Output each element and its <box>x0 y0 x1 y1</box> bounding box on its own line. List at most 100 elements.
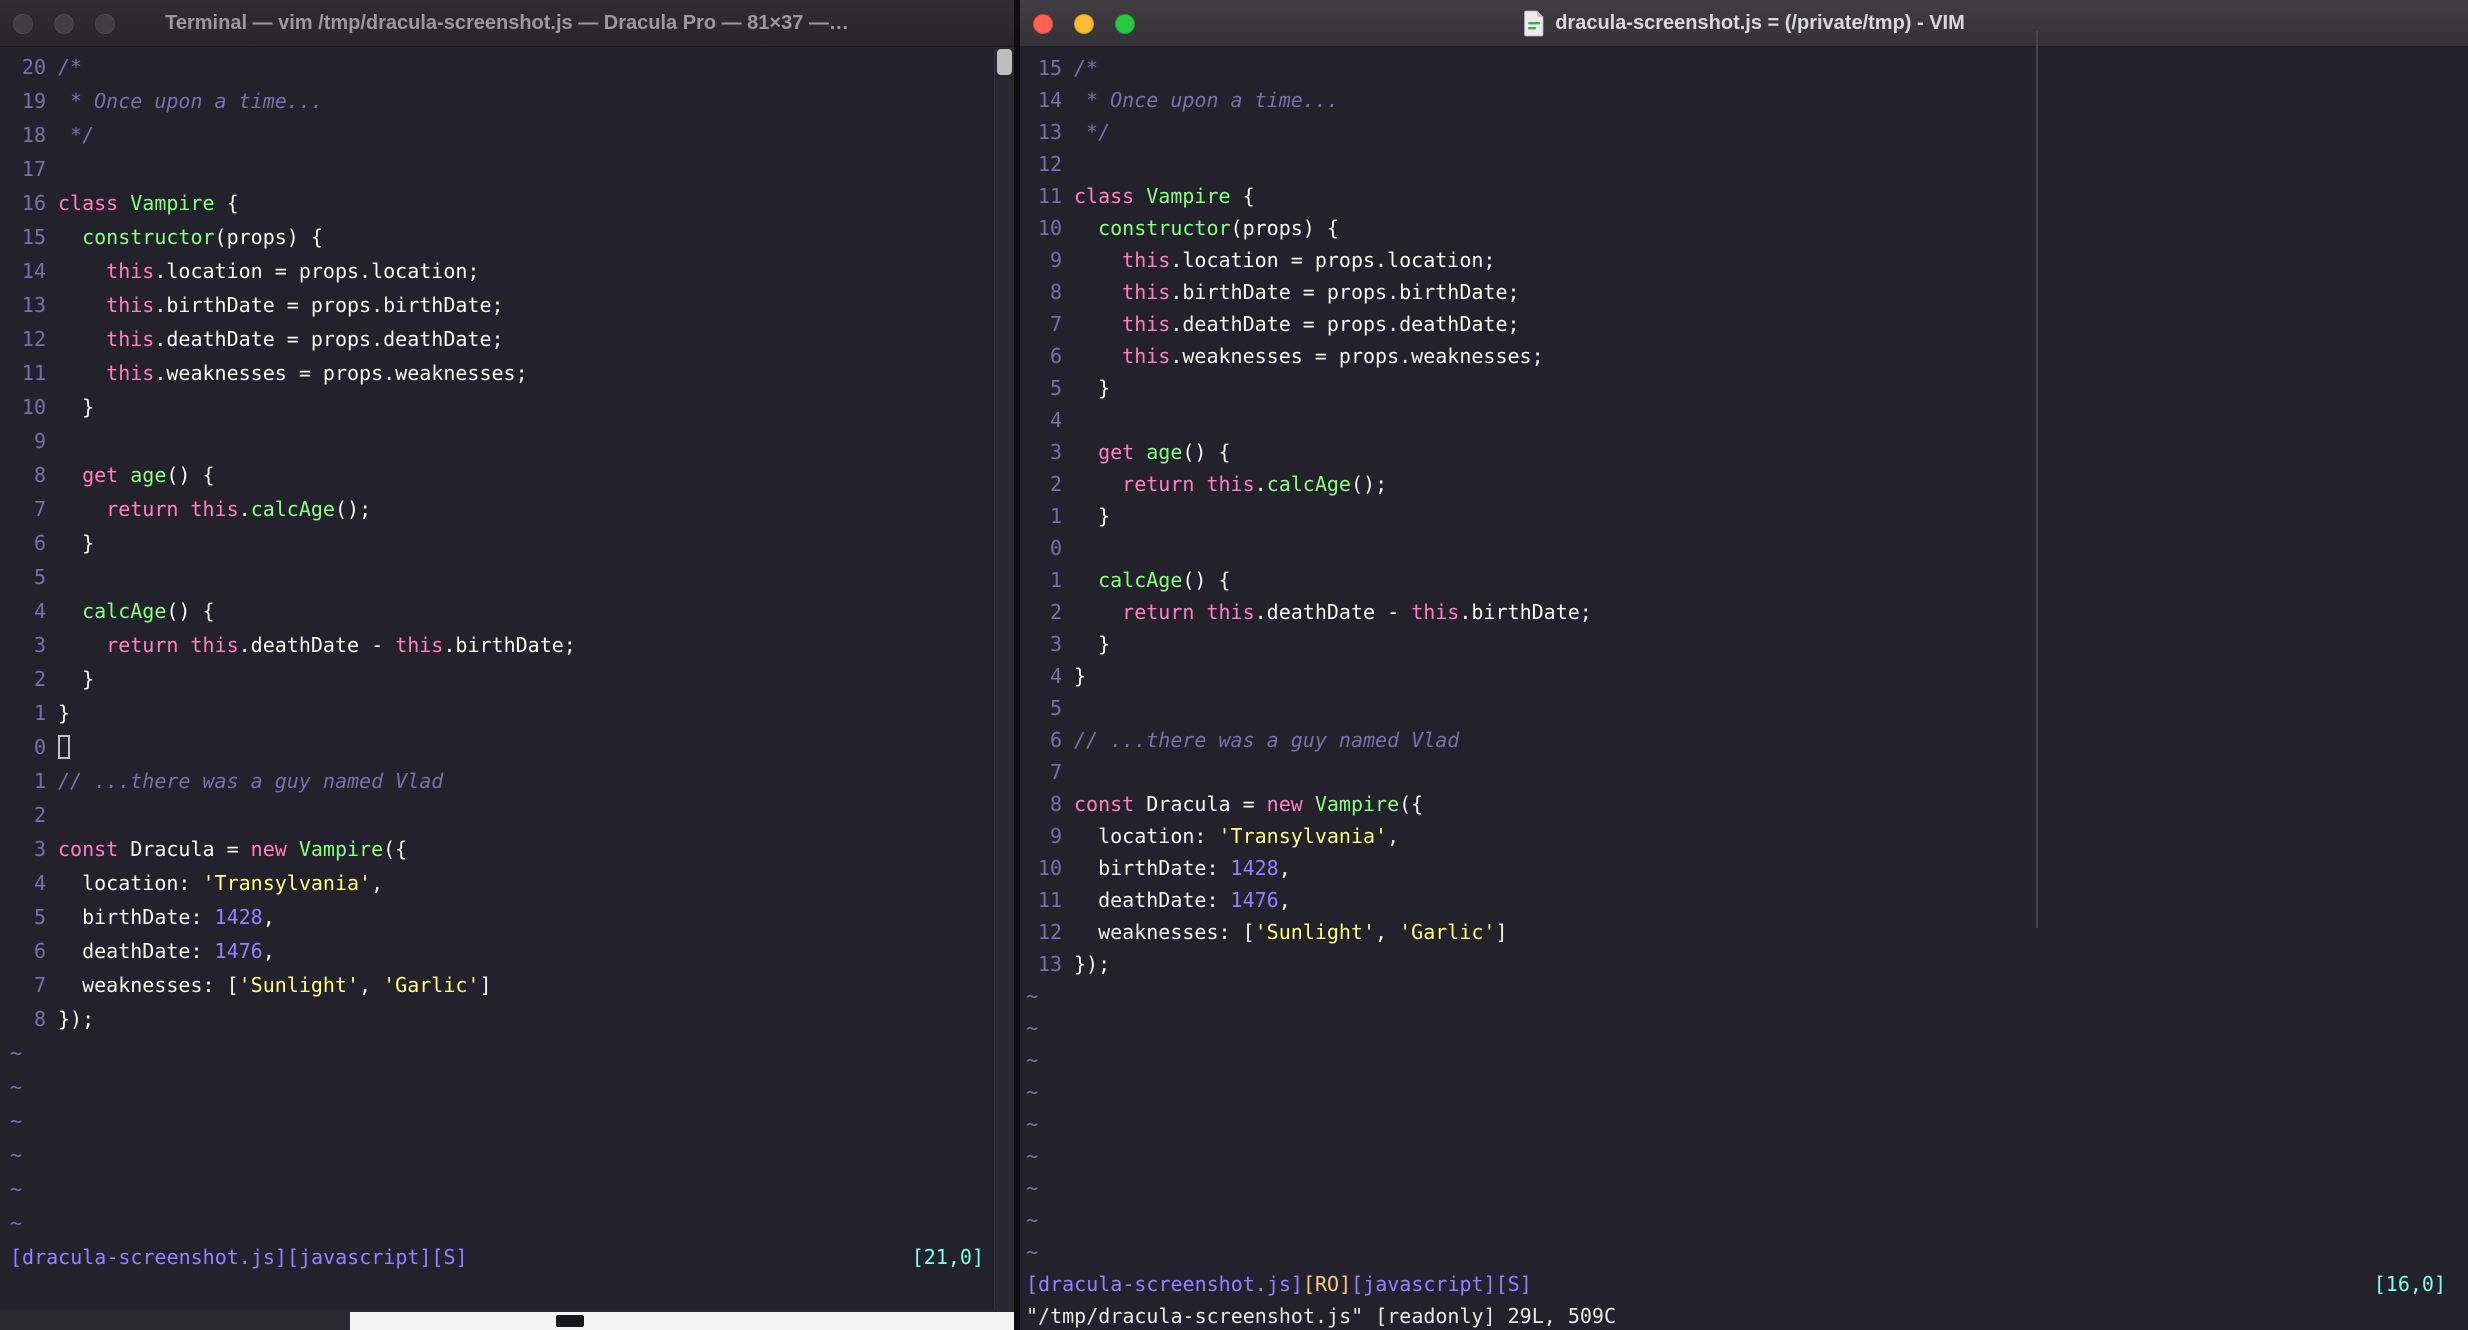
line-number: 11 <box>1037 184 1062 208</box>
scrollbar-thumb[interactable] <box>2036 31 2038 928</box>
tilde-line: ~ <box>10 1109 23 1133</box>
line-number: 0 <box>1049 536 1062 560</box>
background-window-content <box>556 1315 584 1327</box>
vim-editor-right[interactable]: 15/* 14 * Once upon a time... 13 */12 11 cla… <box>1020 47 2468 1330</box>
tilde-line: ~ <box>10 1143 23 1167</box>
code-text: this.birthDate = props.birthDate; <box>1122 280 1520 304</box>
line-number: 15 <box>1037 56 1062 80</box>
line-number: 7 <box>33 497 46 521</box>
tilde-line: ~ <box>1026 1112 1039 1136</box>
line-number: 12 <box>1037 920 1062 944</box>
macvim-titlebar[interactable]: dracula-screenshot.js = (/private/tmp) -… <box>1020 0 2468 47</box>
code-line: 3 } <box>1026 628 2468 660</box>
line-number: 20 <box>21 55 46 79</box>
code-line: 8 get age() { <box>10 458 1014 492</box>
tilde-line: ~ <box>1026 1240 1039 1264</box>
scrollbar[interactable] <box>994 47 1014 1310</box>
code-line: 0 <box>1026 532 2468 564</box>
tilde-line: ~ <box>10 1075 23 1099</box>
line-number: 1 <box>33 769 46 793</box>
code-line: 4 calcAge() { <box>10 594 1014 628</box>
code-text: this.location = props.location; <box>1122 248 1496 272</box>
code-text: return this.deathDate - this.birthDate; <box>106 633 576 657</box>
code-line: 0 <box>10 730 1014 764</box>
terminal-titlebar[interactable]: Terminal — vim /tmp/dracula-screenshot.j… <box>0 0 1014 47</box>
code-text: constructor(props) { <box>1098 216 1339 240</box>
minimize-button[interactable] <box>1074 13 1094 34</box>
code-line: 7 <box>1026 756 2468 788</box>
code-line: 11 class Vampire { <box>1026 180 2468 212</box>
code-text: class Vampire { <box>58 191 239 215</box>
tilde-line: ~ <box>10 1177 23 1201</box>
line-number: 8 <box>33 463 46 487</box>
code-text: return this.calcAge(); <box>1122 472 1388 496</box>
line-number: 3 <box>1049 440 1062 464</box>
code-text: this.weaknesses = props.weaknesses; <box>106 361 528 385</box>
zoom-button[interactable] <box>95 13 115 34</box>
code-line: 2 } <box>10 662 1014 696</box>
tilde-line: ~ <box>1026 1208 1039 1232</box>
code-text: } <box>1074 664 1087 688</box>
line-number: 13 <box>21 293 46 317</box>
code-line: 3 const Dracula = new Vampire({ <box>10 832 1014 866</box>
tilde-line: ~ <box>1026 1144 1039 1168</box>
line-number: 1 <box>1049 504 1062 528</box>
zoom-button[interactable] <box>1115 13 1135 34</box>
code-text: this.deathDate = props.deathDate; <box>106 327 504 351</box>
line-number: 10 <box>21 395 46 419</box>
line-number: 13 <box>1037 120 1062 144</box>
line-number: 1 <box>33 701 46 725</box>
code-line: 7 this.deathDate = props.deathDate; <box>1026 308 2468 340</box>
code-line: 13}); <box>1026 948 2468 980</box>
close-button[interactable] <box>1033 13 1053 34</box>
window-controls <box>13 0 115 47</box>
code-line: 2 return this.deathDate - this.birthDate… <box>1026 596 2468 628</box>
code-text: weaknesses: ['Sunlight', 'Garlic'] <box>1074 920 1508 944</box>
code-text: } <box>58 667 95 691</box>
line-number: 5 <box>1049 696 1062 720</box>
code-line: 2 return this.calcAge(); <box>1026 468 2468 500</box>
vim-editor-left[interactable]: 20/* 19 * Once upon a time... 18 */17 16 cla… <box>0 47 1014 1310</box>
code-text: birthDate: 1428, <box>58 905 275 929</box>
code-line: 17 <box>10 152 1014 186</box>
code-line: 2 <box>10 798 1014 832</box>
code-area: 15/* 14 * Once upon a time... 13 */12 11 cla… <box>1026 52 2468 980</box>
code-text: /* <box>58 55 83 79</box>
line-number: 10 <box>1037 216 1062 240</box>
code-text: this.location = props.location; <box>106 259 480 283</box>
code-line: 5 } <box>1026 372 2468 404</box>
code-line: 1} <box>10 696 1014 730</box>
code-line: 15 /* <box>1026 52 2468 84</box>
code-line: 10 constructor(props) { <box>1026 212 2468 244</box>
code-line: 1 } <box>1026 500 2468 532</box>
line-number: 3 <box>33 837 46 861</box>
code-line: 3 return this.deathDate - this.birthDate… <box>10 628 1014 662</box>
minimize-button[interactable] <box>54 13 74 34</box>
scrollbar-thumb[interactable] <box>997 49 1012 75</box>
close-button[interactable] <box>13 13 33 34</box>
code-text: } <box>1074 632 1111 656</box>
line-number: 15 <box>21 225 46 249</box>
code-text: get age() { <box>1098 440 1231 464</box>
code-text: }); <box>1074 952 1111 976</box>
code-text: * Once upon a time... <box>58 89 323 113</box>
code-text: calcAge() { <box>82 599 215 623</box>
line-number: 13 <box>1037 952 1062 976</box>
document-icon <box>1523 10 1545 37</box>
line-number: 7 <box>1049 760 1062 784</box>
line-number: 14 <box>21 259 46 283</box>
tilde-line: ~ <box>1026 1176 1039 1200</box>
code-line: 14 this.location = props.location; <box>10 254 1014 288</box>
code-text: } <box>58 701 71 725</box>
line-number: 6 <box>1049 728 1062 752</box>
code-text: */ <box>58 123 95 147</box>
line-number: 3 <box>1049 632 1062 656</box>
line-number: 12 <box>21 327 46 351</box>
statusline-ruler: [21,0] <box>911 1245 984 1269</box>
line-number: 4 <box>33 599 46 623</box>
code-line: 1 // ...there was a guy named Vlad <box>10 764 1014 798</box>
code-line: 1 calcAge() { <box>1026 564 2468 596</box>
code-line: 12 <box>1026 148 2468 180</box>
code-text: get age() { <box>82 463 215 487</box>
text-cursor <box>58 734 70 759</box>
